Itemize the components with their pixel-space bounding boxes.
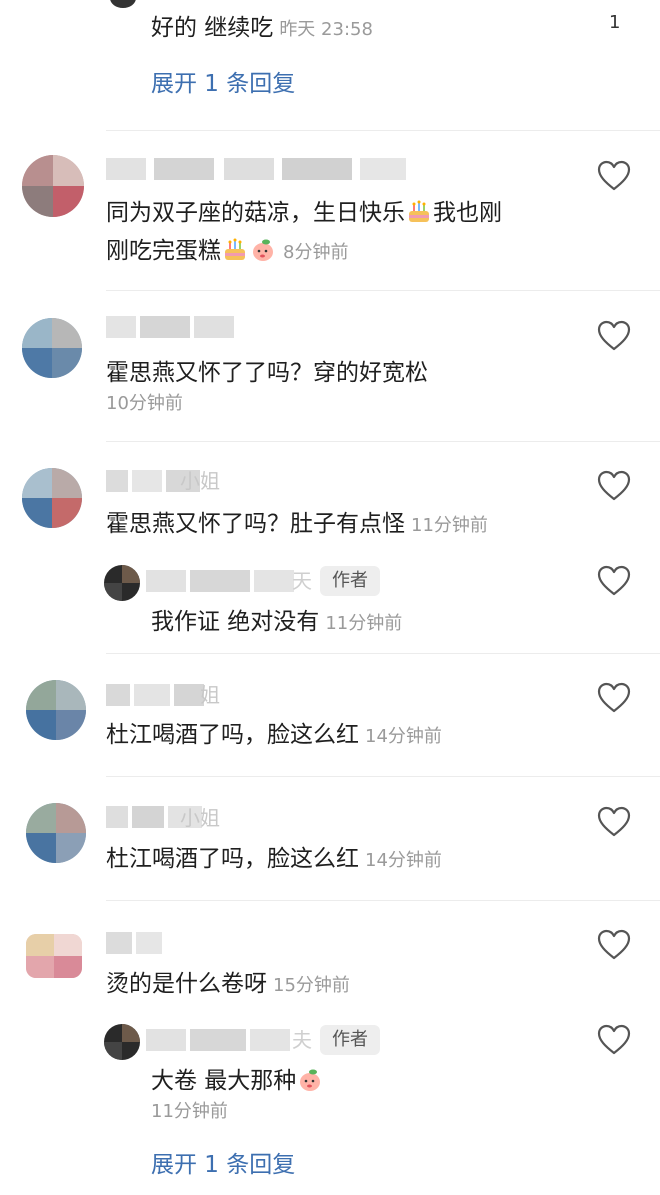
like-button[interactable] [597,565,631,597]
expand-replies-link[interactable]: 展开 1 条回复 [151,1150,295,1180]
commenter-avatar[interactable] [26,680,86,740]
author-tag: 作者 [320,566,380,596]
birthday-cake-emoji [222,237,248,263]
author-name-blurred[interactable] [146,570,306,592]
comment-time: 8分钟前 [283,242,349,263]
heart-outline-icon [597,682,631,713]
birthday-cake-emoji [406,199,432,225]
commenter-name-blurred[interactable] [106,158,406,180]
divider [106,441,660,442]
commenter-name-fragment: 小姐 [180,469,220,493]
heart-outline-icon [597,470,631,501]
heart-outline-icon [597,160,631,191]
comment-text: 杜江喝酒了吗，脸这么红 14分钟前 [106,720,442,752]
reply-time: 11分钟前 [325,613,403,634]
divider [106,900,660,901]
comment-body: 杜江喝酒了吗，脸这么红 [106,846,359,872]
comment-time: 15分钟前 [273,975,350,996]
commenter-name-blurred[interactable] [106,932,166,954]
author-avatar[interactable] [104,565,140,601]
like-button[interactable] [597,929,631,961]
reply-text: 好的 继续吃 昨天 23:58 [151,13,373,45]
like-button[interactable] [597,1024,631,1056]
heart-outline-icon [597,1024,631,1055]
commenter-avatar[interactable] [26,803,86,863]
comment-time: 14分钟前 [365,850,442,871]
author-tag: 作者 [320,1025,380,1055]
divider [106,290,660,291]
commenter-name-fragment: 小姐 [180,806,220,830]
commenter-avatar[interactable] [22,318,82,378]
comment-text-line2: 刚吃完蛋糕 8分钟前 [106,236,348,268]
like-button[interactable] [597,682,631,714]
like-button[interactable] [597,320,631,352]
peach-face-emoji [297,1067,323,1093]
heart-outline-icon [597,929,631,960]
comment-text-part1: 同为双子座的菇凉，生日快乐 [106,200,405,226]
comment-body: 霍思燕又怀了吗？肚子有点怪 [106,511,405,537]
author-avatar[interactable] [104,1024,140,1060]
divider [106,130,660,131]
comment-body: 杜江喝酒了吗，脸这么红 [106,722,359,748]
comment-text: 同为双子座的菇凉，生日快乐 我也刚 [106,198,502,228]
reply-time: 11分钟前 [151,1101,228,1122]
reply-avatar[interactable] [110,0,136,8]
comment-text-part3: 刚吃完蛋糕 [106,238,221,264]
heart-outline-icon [597,565,631,596]
peach-face-emoji [250,237,276,263]
comment-text: 杜江喝酒了吗，脸这么红 14分钟前 [106,844,442,876]
comment-time: 14分钟前 [365,726,442,747]
like-button[interactable] [597,806,631,838]
comment-time: 11分钟前 [411,515,488,536]
author-name-fragment: 夫 [292,1028,312,1052]
divider [106,776,660,777]
comment-list-page: 好的 继续吃 昨天 23:58 1 展开 1 条回复 同为双子座的菇凉，生日快乐我… [0,0,660,1195]
comment-body: 烫的是什么卷呀 [106,971,267,997]
reply-body: 大卷 最大那种 [151,1068,297,1094]
comment-text-part2: 我也刚 [433,200,502,226]
reply-body: 我作证 绝对没有 [151,609,320,635]
comment-text: 霍思燕又怀了吗？肚子有点怪 11分钟前 [106,509,488,541]
comment-time: 10分钟前 [106,393,183,414]
like-count: 1 [609,12,621,33]
like-button[interactable] [597,160,631,192]
expand-replies-link[interactable]: 展开 1 条回复 [151,69,295,99]
commenter-name-blurred[interactable] [106,684,206,706]
reply-time: 昨天 23:58 [279,19,373,40]
reply-body: 好的 继续吃 [151,15,274,41]
reply-text: 大卷 最大那种 [151,1066,324,1096]
commenter-avatar[interactable] [22,468,82,528]
heart-outline-icon [597,320,631,351]
comment-text: 霍思燕又怀了了吗？穿的好宽松 [106,360,428,386]
heart-outline-icon [597,806,631,837]
commenter-name-blurred[interactable] [106,316,236,338]
comment-text: 烫的是什么卷呀 15分钟前 [106,969,350,1001]
reply-text: 我作证 绝对没有 11分钟前 [151,607,402,639]
like-button[interactable] [597,470,631,502]
author-name-fragment: 天 [292,569,312,593]
author-name-blurred[interactable] [146,1029,296,1051]
commenter-avatar[interactable] [22,155,84,217]
divider [106,653,660,654]
commenter-avatar[interactable] [26,934,82,978]
commenter-name-fragment: 姐 [200,683,220,707]
